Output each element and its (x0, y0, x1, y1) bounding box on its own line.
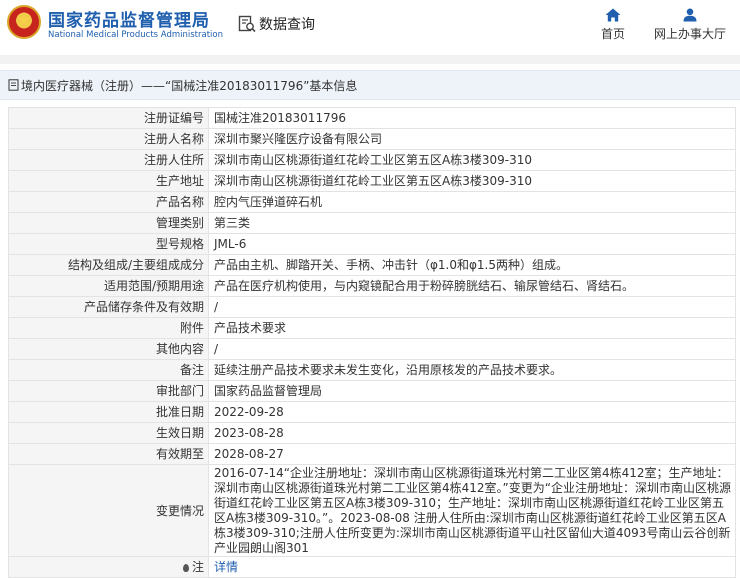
field-value-cert-number: 国械注准20183011796 (208, 107, 736, 129)
field-value-other-content: / (208, 338, 736, 360)
table-row-registrant-name: 注册人名称 深圳市聚兴隆医疗设备有限公司 (8, 128, 736, 150)
field-value-production-address: 深圳市南山区桃源街道红花岭工业区第五区A栋3楼309-310 (208, 170, 736, 192)
site-header: ★ 国家药品监督管理局 National Medical Products Ad… (0, 0, 740, 54)
field-label-effective-date: 生效日期 (8, 422, 209, 444)
site-name-en[interactable]: National Medical Products Administration (48, 30, 223, 40)
field-label-approval-department: 审批部门 (8, 380, 209, 402)
table-row-production-address: 生产地址 深圳市南山区桃源街道红花岭工业区第五区A栋3楼309-310 (8, 170, 736, 192)
data-query-title: 数据查询 (238, 14, 315, 34)
registration-detail-table: 注册证编号 国械注准20183011796 注册人名称 深圳市聚兴隆医疗设备有限公司注… (8, 107, 736, 578)
field-value-effective-date: 2023-08-28 (208, 422, 736, 444)
field-label-registrant-name: 注册人名称 (8, 128, 209, 150)
field-label-expiry-date: 有效期至 (8, 443, 209, 465)
table-row-product-name: 产品名称 腔内气压弹道碎石机 (8, 191, 736, 213)
table-row-approval-department: 审批部门 国家药品监督管理局 (8, 380, 736, 402)
home-icon (605, 8, 621, 22)
field-value-note: 详情 (208, 556, 736, 578)
field-value-approval-department: 国家药品监督管理局 (208, 380, 736, 402)
nav-home[interactable]: 首页 (598, 8, 628, 42)
field-label-other-content: 其他内容 (8, 338, 209, 360)
field-label-remark: 备注 (8, 359, 209, 381)
table-row-storage-shelf-life: 产品储存条件及有效期 / (8, 296, 736, 318)
field-value-registrant-address: 深圳市南山区桃源街道红花岭工业区第五区A栋3楼309-310 (208, 149, 736, 171)
field-value-management-class: 第三类 (208, 212, 736, 234)
table-row-note: 注详情 (8, 556, 736, 578)
field-label-cert-number: 注册证编号 (8, 107, 209, 129)
table-row-cert-number: 注册证编号 国械注准20183011796 (8, 107, 736, 129)
field-value-product-name: 腔内气压弹道碎石机 (208, 191, 736, 213)
nav-home-label: 首页 (600, 27, 625, 41)
header-divider (0, 55, 740, 64)
field-label-structure-composition: 结构及组成/主要组成成分 (8, 254, 209, 276)
field-value-remark: 延续注册产品技术要求未发生变化，沿用原核发的产品技术要求。 (208, 359, 736, 381)
user-icon (683, 8, 697, 22)
field-value-intended-use: 产品在医疗机构使用，与内窥镜配合用于粉碎膀胱结石、输尿管结石、肾结石。 (208, 275, 736, 297)
site-name-cn[interactable]: 国家药品监督管理局 (48, 6, 210, 31)
note-label: 注 (191, 560, 204, 574)
field-value-registrant-name: 深圳市聚兴隆医疗设备有限公司 (208, 128, 736, 150)
table-row-management-class: 管理类别 第三类 (8, 212, 736, 234)
breadcrumb: 境内医疗器械（注册）——“国械注准20183011796”基本信息 (0, 70, 740, 100)
table-row-approval-date: 批准日期 2022-09-28 (8, 401, 736, 423)
document-icon (8, 79, 19, 91)
nav-online-service-hall[interactable]: 网上办事大厅 (650, 8, 730, 42)
field-value-expiry-date: 2028-08-27 (208, 443, 736, 465)
field-value-storage-shelf-life: / (208, 296, 736, 318)
field-label-production-address: 生产地址 (8, 170, 209, 192)
field-value-change-history: 2016-07-14“企业注册地址：深圳市南山区桃源街道珠光村第二工业区第4栋4… (208, 464, 736, 557)
breadcrumb-text: 境内医疗器械（注册）——“国械注准20183011796”基本信息 (21, 78, 358, 93)
field-value-model-spec: JML-6 (208, 233, 736, 255)
field-label-model-spec: 型号规格 (8, 233, 209, 255)
table-row-intended-use: 适用范围/预期用途 产品在医疗机构使用，与内窥镜配合用于粉碎膀胱结石、输尿管结石、… (8, 275, 736, 297)
field-label-product-name: 产品名称 (8, 191, 209, 213)
field-label-note: 注 (8, 556, 209, 578)
table-row-effective-date: 生效日期 2023-08-28 (8, 422, 736, 444)
field-label-attachment: 附件 (8, 317, 209, 339)
details-link[interactable]: 详情 (214, 560, 238, 574)
field-label-intended-use: 适用范围/预期用途 (8, 275, 209, 297)
field-label-management-class: 管理类别 (8, 212, 209, 234)
table-row-attachment: 附件 产品技术要求 (8, 317, 736, 339)
location-pin-icon (182, 563, 189, 572)
table-row-change-history: 变更情况 2016-07-14“企业注册地址：深圳市南山区桃源街道珠光村第二工业区… (8, 464, 736, 557)
field-label-registrant-address: 注册人住所 (8, 149, 209, 171)
field-label-change-history: 变更情况 (8, 464, 209, 557)
field-value-approval-date: 2022-09-28 (208, 401, 736, 423)
data-search-icon (238, 15, 256, 33)
table-row-structure-composition: 结构及组成/主要组成成分 产品由主机、脚踏开关、手柄、冲击针（φ1.0和φ1.5两… (8, 254, 736, 276)
data-query-label: 数据查询 (259, 17, 315, 33)
field-label-approval-date: 批准日期 (8, 401, 209, 423)
nmpa-emblem-icon[interactable]: ★ (7, 5, 41, 39)
table-row-expiry-date: 有效期至 2028-08-27 (8, 443, 736, 465)
field-label-storage-shelf-life: 产品储存条件及有效期 (8, 296, 209, 318)
table-row-model-spec: 型号规格 JML-6 (8, 233, 736, 255)
nav-online-label: 网上办事大厅 (653, 27, 726, 41)
table-row-registrant-address: 注册人住所 深圳市南山区桃源街道红花岭工业区第五区A栋3楼309-310 (8, 149, 736, 171)
field-value-attachment: 产品技术要求 (208, 317, 736, 339)
table-row-other-content: 其他内容 / (8, 338, 736, 360)
table-row-remark: 备注 延续注册产品技术要求未发生变化，沿用原核发的产品技术要求。 (8, 359, 736, 381)
field-value-structure-composition: 产品由主机、脚踏开关、手柄、冲击针（φ1.0和φ1.5两种）组成。 (208, 254, 736, 276)
